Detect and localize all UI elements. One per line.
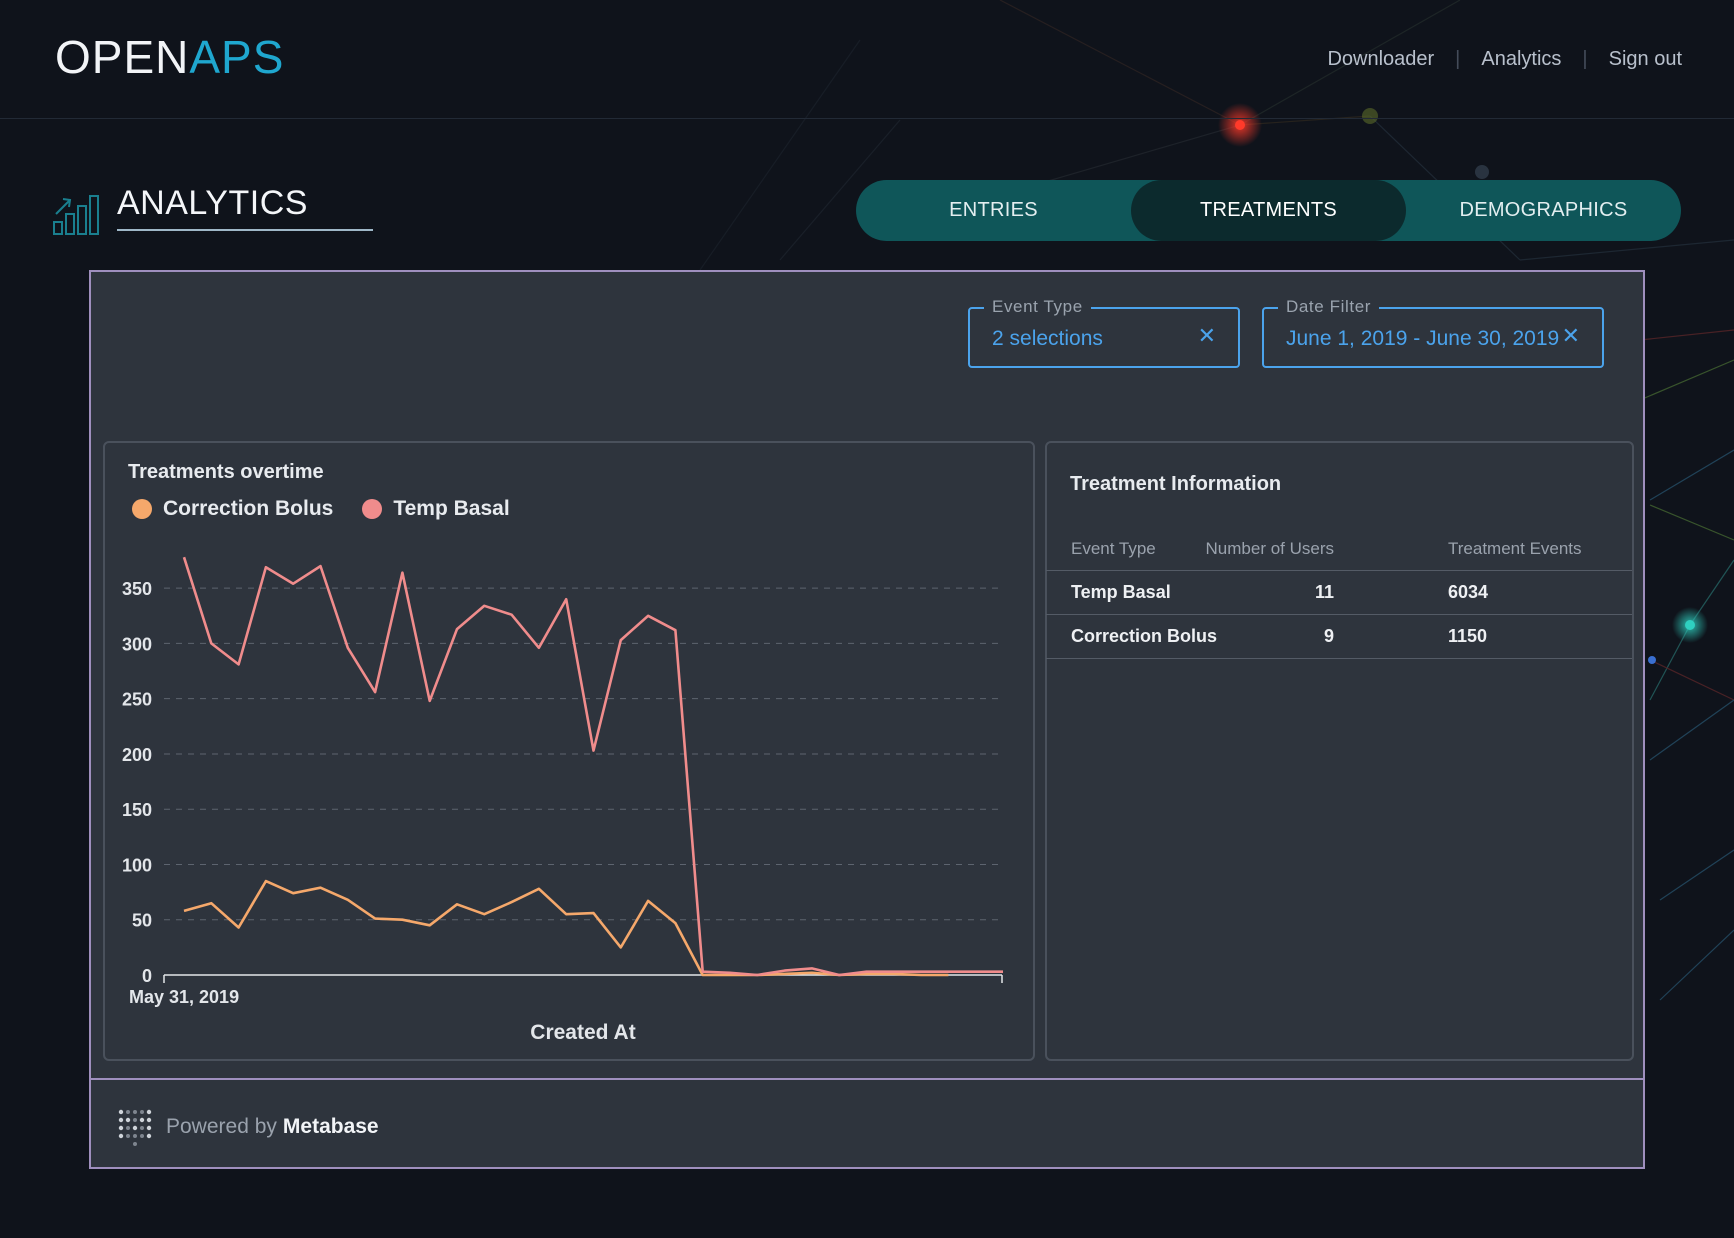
nav-link-analytics[interactable]: Analytics (1481, 48, 1561, 71)
nav-link-downloader[interactable]: Downloader (1327, 48, 1434, 71)
x-tick-label: May 31, 2019 (129, 987, 239, 1007)
treatments-line-chart[interactable]: 0 50 100 150 200 250 300 350 May 31, 2019 Created… (104, 530, 1034, 1050)
y-tick-label: 150 (122, 800, 152, 820)
table-cell-event-type: Temp Basal (1071, 582, 1171, 602)
page-title-underline (117, 229, 373, 231)
event-type-clear-icon[interactable]: ✕ (1198, 323, 1216, 349)
chart-legend: Correction Bolus Temp Basal (132, 497, 539, 521)
event-type-filter-value: 2 selections (992, 327, 1103, 350)
y-tick-label: 0 (142, 966, 152, 986)
y-tick-label: 300 (122, 634, 152, 654)
table-cell-treatment-events: 6034 (1448, 582, 1489, 602)
y-tick-label: 100 (122, 855, 152, 875)
table-cell-treatment-events: 1150 (1448, 626, 1488, 646)
date-filter[interactable]: Date Filter June 1, 2019 - June 30, 2019… (1262, 297, 1604, 368)
column-header-event-type[interactable]: Event Type (1071, 539, 1156, 559)
legend-swatch-temp-basal (362, 499, 383, 519)
legend-label-temp-basal: Temp Basal (393, 497, 510, 520)
legend-item-temp-basal[interactable]: Temp Basal (362, 497, 510, 521)
logo-text-aps: APS (189, 31, 285, 83)
legend-item-correction-bolus[interactable]: Correction Bolus (132, 497, 333, 521)
table-cell-number-of-users: 9 (1323, 626, 1334, 646)
legend-swatch-correction-bolus (132, 499, 152, 519)
table-title[interactable]: Treatment Information (1070, 473, 1281, 496)
x-axis-title: Created At (530, 1021, 635, 1044)
openaps-logo[interactable]: OPENAPS (55, 30, 284, 84)
table-cell-event-type: Correction Bolus (1071, 626, 1218, 646)
bar-chart-trend-icon (53, 195, 99, 235)
metabase-logo-icon (118, 1109, 152, 1146)
date-filter-clear-icon[interactable]: ✕ (1562, 323, 1580, 349)
powered-by-text: Powered by (166, 1115, 277, 1138)
event-type-filter-label: Event Type (984, 297, 1091, 317)
legend-label-correction-bolus: Correction Bolus (163, 497, 334, 520)
series-line-correction-bolus (183, 879, 949, 977)
nav-separator: | (1582, 48, 1588, 70)
logo-text-open: OPEN (55, 31, 190, 83)
table-row[interactable]: Temp Basal 11 6034 (1046, 571, 1632, 615)
chart-title[interactable]: Treatments overtime (128, 461, 324, 484)
column-header-number-of-users[interactable]: Number of Users (1206, 539, 1334, 559)
tab-entries[interactable]: ENTRIES (856, 180, 1131, 241)
date-filter-label: Date Filter (1278, 297, 1380, 317)
metabase-brand-text: Metabase (282, 1115, 379, 1138)
table-header-row: Event Type Number of Users Treatment Eve… (1046, 530, 1632, 571)
header-divider (0, 118, 1734, 119)
nav-link-sign-out[interactable]: Sign out (1609, 48, 1682, 71)
tab-demographics[interactable]: DEMOGRAPHICS (1406, 180, 1681, 241)
y-tick-label: 200 (122, 745, 152, 765)
treatment-info-table: Event Type Number of Users Treatment Eve… (1046, 530, 1632, 659)
y-tick-label: 250 (122, 690, 152, 710)
date-filter-value: June 1, 2019 - June 30, 2019 (1286, 327, 1560, 350)
table-cell-number-of-users: 11 (1314, 582, 1334, 602)
table-row[interactable]: Correction Bolus 9 1150 (1046, 615, 1632, 659)
page-title: ANALYTICS (117, 184, 308, 222)
event-type-filter[interactable]: Event Type 2 selections ✕ (968, 297, 1240, 368)
analytics-tabs: ENTRIES TREATMENTS DEMOGRAPHICS (856, 180, 1681, 241)
dashboard-footer-divider (91, 1078, 1645, 1080)
powered-by-metabase[interactable]: Powered by Metabase (118, 1108, 379, 1146)
y-tick-label: 50 (132, 911, 152, 931)
y-tick-label: 350 (122, 579, 152, 599)
tab-treatments[interactable]: TREATMENTS (1131, 180, 1406, 241)
column-header-treatment-events[interactable]: Treatment Events (1448, 539, 1582, 559)
top-nav: Downloader | Analytics | Sign out (1327, 48, 1682, 71)
nav-separator: | (1455, 48, 1461, 70)
